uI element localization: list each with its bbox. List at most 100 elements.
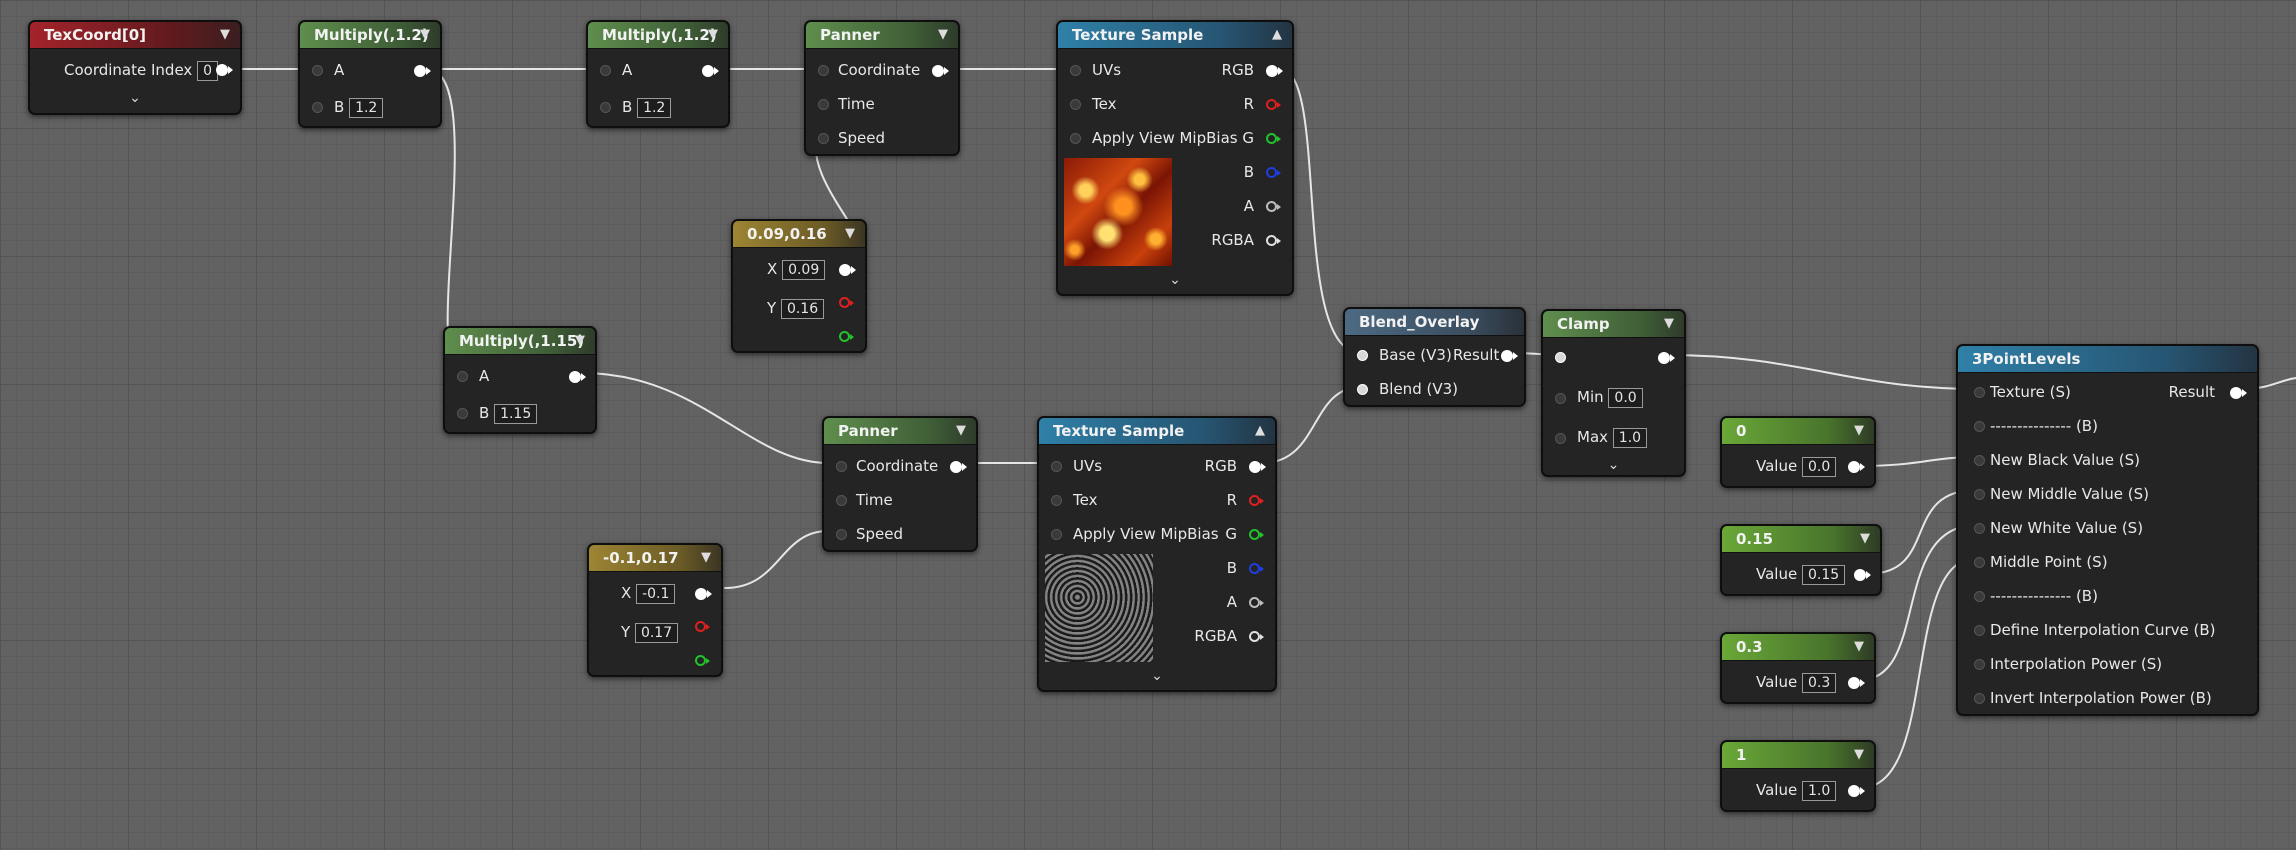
levels-input-pin[interactable] [1974, 625, 1985, 636]
output-pin[interactable] [695, 588, 712, 600]
x-value-field[interactable]: -0.1 [636, 584, 676, 604]
uvs-pin[interactable] [1051, 461, 1062, 472]
node-scalar-03[interactable]: 0.3 ▼ Value 0.3 [1720, 632, 1876, 704]
node-header[interactable]: Panner ▼ [806, 22, 958, 49]
node-scalar-1[interactable]: 1 ▼ Value 1.0 [1720, 740, 1876, 812]
node-header[interactable]: Multiply(,1.2) ▼ [300, 22, 440, 49]
a-output-pin[interactable] [1249, 597, 1264, 608]
g-output-pin[interactable] [839, 331, 854, 342]
uvs-pin[interactable] [1070, 65, 1081, 76]
node-header[interactable]: Texture Sample ▲ [1058, 22, 1292, 49]
chevron-down-icon[interactable]: ▼ [1860, 526, 1870, 552]
output-pin[interactable] [932, 65, 949, 77]
levels-input-pin[interactable] [1974, 591, 1985, 602]
max-pin[interactable] [1555, 433, 1566, 444]
output-pin[interactable] [216, 64, 233, 76]
expand-chevron-icon[interactable]: ⌄ [1543, 457, 1684, 473]
node-3point-levels[interactable]: 3PointLevels Result Texture (S) --------… [1956, 344, 2259, 716]
chevron-up-icon[interactable]: ▲ [1255, 418, 1265, 444]
x-value-field[interactable]: 0.09 [782, 260, 826, 280]
chevron-down-icon[interactable]: ▼ [938, 22, 948, 48]
output-pin[interactable] [1848, 461, 1865, 473]
tex-pin[interactable] [1070, 99, 1081, 110]
node-header[interactable]: 1 ▼ [1722, 742, 1874, 769]
output-pin[interactable] [950, 461, 967, 473]
output-pin[interactable] [1848, 785, 1865, 797]
r-output-pin[interactable] [695, 621, 710, 632]
chevron-down-icon[interactable]: ▼ [1854, 634, 1864, 660]
node-header[interactable]: 0.15 ▼ [1722, 526, 1880, 553]
levels-input-pin[interactable] [1974, 693, 1985, 704]
rgb-output-pin[interactable] [1249, 461, 1266, 473]
node-constant2vector-1[interactable]: 0.09,0.16 ▼ X 0.09 Y 0.16 [731, 219, 867, 353]
node-blend-overlay[interactable]: Blend_Overlay Base (V3) Result Blend (V3… [1343, 307, 1526, 407]
value-field[interactable]: 0.3 [1801, 673, 1837, 693]
rgba-output-pin[interactable] [1266, 235, 1281, 246]
output-pin[interactable] [839, 264, 856, 276]
b-value-field[interactable]: 1.2 [349, 98, 384, 118]
r-output-pin[interactable] [839, 297, 854, 308]
node-scalar-015[interactable]: 0.15 ▼ Value 0.15 [1720, 524, 1882, 596]
r-output-pin[interactable] [1266, 99, 1281, 110]
node-constant2vector-2[interactable]: -0.1,0.17 ▼ X -0.1 Y 0.17 [587, 543, 723, 677]
value-field[interactable]: 0.15 [1801, 565, 1846, 585]
base-pin[interactable] [1357, 350, 1368, 361]
node-header[interactable]: 0.3 ▼ [1722, 634, 1874, 661]
node-panner-1[interactable]: Panner ▼ Coordinate Time Speed [804, 20, 960, 156]
input-pin-a[interactable] [600, 65, 611, 76]
expand-chevron-icon[interactable]: ⌄ [1058, 272, 1292, 288]
levels-input-pin[interactable] [1974, 523, 1985, 534]
input-pin-a[interactable] [312, 65, 323, 76]
texture-preview-fire[interactable] [1064, 158, 1172, 266]
levels-input-pin[interactable] [1974, 659, 1985, 670]
chevron-down-icon[interactable]: ▼ [420, 22, 430, 48]
result-output-pin[interactable] [2230, 387, 2247, 399]
input-pin-b[interactable] [312, 102, 323, 113]
texture-preview-noise[interactable] [1045, 554, 1153, 662]
node-header[interactable]: 0.09,0.16 ▼ [733, 221, 865, 248]
node-header[interactable]: TexCoord[0] ▼ [30, 22, 240, 49]
node-header[interactable]: Multiply(,1.2) ▼ [588, 22, 728, 49]
chevron-up-icon[interactable]: ▲ [1272, 22, 1282, 48]
node-header[interactable]: Clamp ▼ [1543, 311, 1684, 338]
input-pin[interactable] [1555, 352, 1566, 363]
chevron-down-icon[interactable]: ▼ [1854, 418, 1864, 444]
levels-input-pin[interactable] [1974, 455, 1985, 466]
b-output-pin[interactable] [1266, 167, 1281, 178]
y-value-field[interactable]: 0.16 [780, 299, 825, 319]
b-output-pin[interactable] [1249, 563, 1264, 574]
input-pin-b[interactable] [600, 102, 611, 113]
b-value-field[interactable]: 1.2 [637, 98, 672, 118]
output-pin[interactable] [702, 65, 719, 77]
value-field[interactable]: 0.0 [1801, 457, 1837, 477]
coordinate-index-field[interactable]: 0 [197, 61, 218, 81]
expand-chevron-icon[interactable]: ⌄ [1039, 668, 1275, 684]
blend-pin[interactable] [1357, 384, 1368, 395]
rgb-output-pin[interactable] [1266, 65, 1283, 77]
node-header[interactable]: Panner ▼ [824, 418, 976, 445]
chevron-down-icon[interactable]: ▼ [220, 22, 230, 48]
chevron-down-icon[interactable]: ▼ [1854, 742, 1864, 768]
min-value-field[interactable]: 0.0 [1608, 388, 1643, 408]
levels-input-pin[interactable] [1974, 557, 1985, 568]
coordinate-pin[interactable] [818, 65, 829, 76]
chevron-down-icon[interactable]: ▼ [845, 221, 855, 247]
node-scalar-0[interactable]: 0 ▼ Value 0.0 [1720, 416, 1876, 488]
input-pin-b[interactable] [457, 408, 468, 419]
node-texcoord[interactable]: TexCoord[0] ▼ Coordinate Index 0 ⌄ [28, 20, 242, 115]
result-output-pin[interactable] [1501, 350, 1518, 362]
chevron-down-icon[interactable]: ▼ [701, 545, 711, 571]
rgba-output-pin[interactable] [1249, 631, 1264, 642]
node-texture-sample-2[interactable]: Texture Sample ▲ UVs Tex Apply View MipBi… [1037, 416, 1277, 692]
speed-pin[interactable] [836, 529, 847, 540]
g-output-pin[interactable] [695, 655, 710, 666]
node-clamp[interactable]: Clamp ▼ Min 0.0 Max 1.0 ⌄ [1541, 309, 1686, 477]
g-output-pin[interactable] [1266, 133, 1281, 144]
coordinate-pin[interactable] [836, 461, 847, 472]
output-pin[interactable] [569, 371, 586, 383]
node-multiply-1[interactable]: Multiply(,1.2) ▼ A B 1.2 [298, 20, 442, 128]
time-pin[interactable] [836, 495, 847, 506]
node-header[interactable]: -0.1,0.17 ▼ [589, 545, 721, 572]
a-output-pin[interactable] [1266, 201, 1281, 212]
chevron-down-icon[interactable]: ▼ [708, 22, 718, 48]
